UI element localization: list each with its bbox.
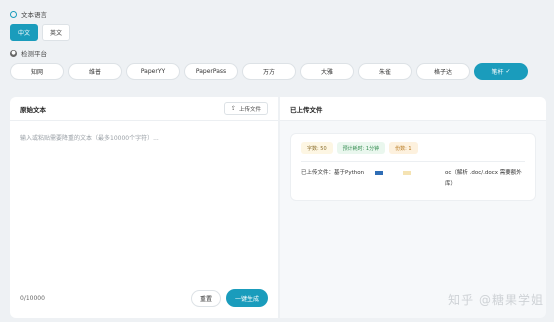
source-panel-title: 原始文本 [20, 105, 46, 114]
lang-option-chinese[interactable]: 中文 [10, 24, 38, 41]
language-section-label: 文本语言 [10, 8, 544, 20]
file-stats: 字数: 50 预计耗时: 1分钟 份数: 1 [301, 142, 525, 154]
source-text-input[interactable] [20, 133, 268, 273]
lang-option-english[interactable]: 英文 [42, 24, 70, 41]
platform-option-bigan-label: 笔杆 [491, 69, 504, 76]
redaction-block-yellow [403, 171, 411, 175]
check-badge-icon: ● [10, 49, 17, 57]
upload-icon: ⇪ [230, 105, 236, 112]
platform-option-bigan[interactable]: 笔杆 ✓ [474, 63, 528, 80]
language-options: 中文 英文 [10, 24, 544, 41]
estimated-time-badge: 预计耗时: 1分钟 [336, 142, 386, 154]
upload-file-button[interactable]: ⇪ 上传文件 [223, 102, 268, 115]
file-info-card: 字数: 50 预计耗时: 1分钟 份数: 1 已上传文件：基于Python oc… [290, 133, 536, 201]
platform-label-text: 检测平台 [21, 50, 47, 58]
action-buttons: 重置 一键生成 [191, 289, 268, 307]
generate-button[interactable]: 一键生成 [226, 289, 268, 307]
check-icon: ✓ [505, 68, 511, 75]
uploaded-file-panel: 已上传文件 字数: 50 预计耗时: 1分钟 份数: 1 已上传文件：基于Pyt… [280, 97, 546, 318]
settings-area: 文本语言 中文 英文 ● 检测平台 知网 维普 PaperYY PaperPas… [10, 8, 544, 94]
platform-option-zhuque[interactable]: 朱雀 [358, 63, 412, 80]
copies-badge: 份数: 1 [389, 142, 418, 154]
source-panel-header: 原始文本 ⇪ 上传文件 [10, 97, 278, 121]
platform-option-vip[interactable]: 维普 [68, 63, 122, 80]
source-text-panel: 原始文本 ⇪ 上传文件 0/10000 重置 一键生成 [10, 97, 278, 318]
globe-icon [10, 10, 17, 18]
uploaded-panel-header: 已上传文件 [280, 97, 546, 121]
platform-section-label: ● 检测平台 [10, 47, 544, 59]
platform-option-wanfang[interactable]: 万方 [242, 63, 296, 80]
platform-option-paperyy[interactable]: PaperYY [126, 63, 180, 80]
language-label-text: 文本语言 [21, 11, 47, 19]
reset-button[interactable]: 重置 [191, 289, 221, 307]
divider [301, 161, 525, 162]
uploaded-file-suffix: oc（解析 .doc/.docx 需要额外库） [445, 170, 522, 187]
platform-option-cnki[interactable]: 知网 [10, 63, 64, 80]
platform-option-paperpass[interactable]: PaperPass [184, 63, 238, 80]
redaction-block-blue [375, 171, 383, 175]
upload-file-label: 上传文件 [238, 106, 261, 113]
uploaded-file-name: 已上传文件：基于Python [301, 170, 365, 176]
watermark: 知乎 @糖果学姐 [448, 293, 544, 307]
character-counter: 0/10000 [20, 294, 45, 302]
uploaded-file-line: 已上传文件：基于Python oc（解析 .doc/.docx 需要额外库） [301, 168, 525, 190]
word-count-badge: 字数: 50 [301, 142, 333, 154]
file-redacted-segment [375, 168, 445, 175]
platform-options: 知网 维普 PaperYY PaperPass 万方 大雅 朱雀 格子达 笔杆 … [10, 63, 544, 81]
source-panel-footer: 0/10000 重置 一键生成 [20, 288, 268, 308]
uploaded-panel-title: 已上传文件 [290, 105, 323, 114]
platform-option-daya[interactable]: 大雅 [300, 63, 354, 80]
platform-option-gezida[interactable]: 格子达 [416, 63, 470, 80]
